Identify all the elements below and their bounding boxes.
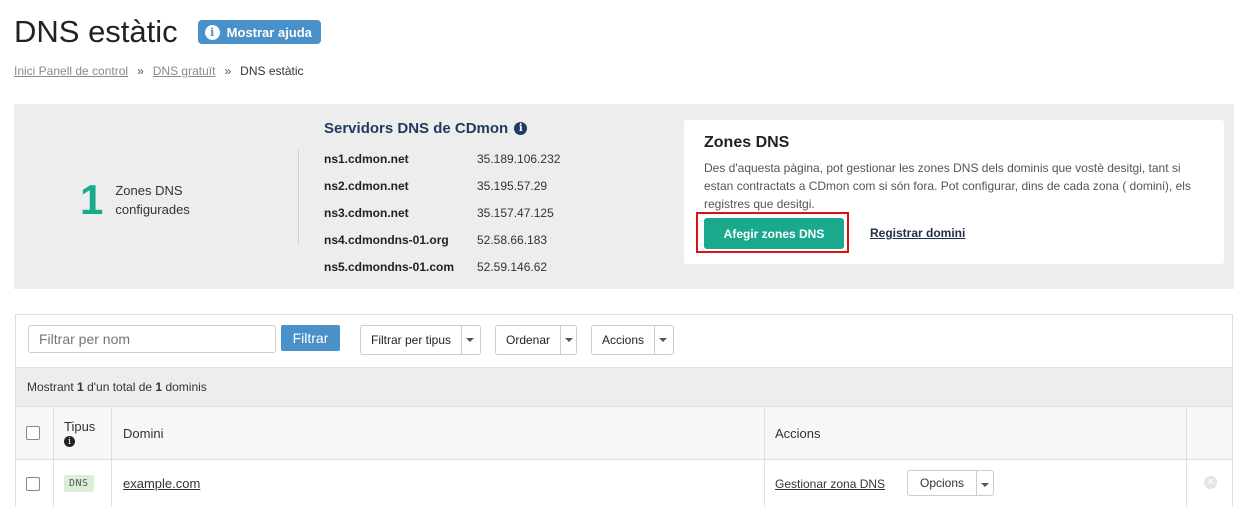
breadcrumb-current: DNS estàtic	[240, 64, 304, 78]
info-icon: i	[204, 24, 220, 40]
filter-by-name-input[interactable]	[28, 325, 276, 353]
dns-type-badge: DNS	[64, 475, 94, 492]
chevron-down-icon	[560, 326, 576, 354]
column-divider	[764, 460, 765, 507]
chevron-down-icon	[461, 326, 478, 354]
zones-dns-card: Zones DNS Des d'aquesta pàgina, pot gest…	[684, 120, 1224, 264]
manage-dns-zone-link[interactable]: Gestionar zona DNS	[775, 477, 885, 491]
actions-label: Accions	[602, 333, 645, 347]
domain-header[interactable]: Domini	[123, 407, 163, 459]
table-header: Tipus i Domini Accions	[16, 406, 1232, 460]
dns-server-row: ns2.cdmon.net 35.195.57.29	[324, 172, 560, 199]
breadcrumb-free-dns[interactable]: DNS gratuït	[153, 64, 216, 78]
dns-server-row: ns1.cdmon.net 35.189.106.232	[324, 145, 560, 172]
show-help-button[interactable]: i Mostrar ajuda	[197, 20, 321, 44]
results-prefix: Mostrant	[27, 380, 74, 394]
dns-server-row: ns3.cdmon.net 35.157.47.125	[324, 199, 560, 226]
column-divider	[111, 407, 112, 459]
summary-panel: 1 Zones DNS configurades Servidors DNS d…	[14, 104, 1234, 289]
breadcrumb-separator: »	[137, 64, 144, 78]
dns-server-ip: 52.59.146.62	[477, 259, 548, 274]
filter-by-type-dropdown[interactable]: Filtrar per tipus	[360, 325, 481, 355]
info-icon[interactable]: i	[64, 436, 75, 447]
dns-server-ip: 35.195.57.29	[477, 178, 548, 193]
results-middle: d'un total de	[87, 380, 153, 394]
dns-servers: Servidors DNS de CDmon i ns1.cdmon.net 35…	[324, 120, 560, 280]
dns-server-list: ns1.cdmon.net 35.189.106.232 ns2.cdmon.ne…	[324, 145, 560, 280]
row-options-label: Opcions	[920, 476, 965, 490]
order-label: Ordenar	[506, 333, 551, 347]
zone-count: 1	[80, 176, 104, 223]
dns-server-name: ns3.cdmon.net	[324, 205, 409, 220]
type-header-label: Tipus	[64, 419, 96, 434]
title-row: DNS estàtic i Mostrar ajuda	[14, 12, 321, 52]
order-dropdown[interactable]: Ordenar	[495, 325, 577, 355]
zones-dns-description: Des d'aquesta pàgina, pot gestionar les …	[704, 161, 1191, 211]
row-type-cell: DNS	[64, 460, 94, 507]
column-divider	[111, 460, 112, 507]
dns-server-ip: 35.189.106.232	[477, 151, 561, 166]
zones-dns-title: Zones DNS	[704, 134, 790, 151]
chevron-down-icon	[654, 326, 671, 354]
type-header: Tipus i	[64, 407, 95, 459]
column-divider	[53, 460, 54, 507]
results-shown-count: 1	[77, 380, 84, 394]
domain-list-panel: Filtrar Filtrar per tipus Ordenar Accion…	[15, 314, 1233, 507]
dns-server-ip: 52.58.66.183	[477, 232, 548, 247]
column-divider	[1186, 407, 1187, 459]
dns-server-name: ns5.cdmondns-01.com	[324, 259, 455, 274]
zone-count-box: 1 Zones DNS configurades	[80, 176, 205, 224]
row-select-cell	[26, 460, 40, 507]
breadcrumb-home[interactable]: Inici Panell de control	[14, 64, 128, 78]
select-all-cell	[26, 407, 40, 459]
dns-servers-title: Servidors DNS de CDmon i	[324, 120, 560, 137]
breadcrumb-separator: »	[224, 64, 232, 78]
table-row: DNS example.com Gestionar zona DNS Opcio…	[16, 460, 1232, 507]
results-suffix: dominis	[165, 380, 207, 394]
filter-button[interactable]: Filtrar	[281, 325, 340, 351]
zone-count-label: Zones DNS configurades	[115, 183, 190, 217]
delete-icon[interactable]: ✕	[1204, 476, 1217, 489]
filter-by-type-label: Filtrar per tipus	[371, 333, 452, 347]
actions-header: Accions	[775, 425, 821, 441]
dns-server-name: ns4.cdmondns-01.org	[324, 232, 449, 247]
breadcrumb: Inici Panell de control » DNS gratuït » DNS …	[14, 64, 304, 78]
row-domain-cell: example.com	[123, 460, 200, 507]
dns-server-row: ns4.cdmondns-01.org 52.58.66.183	[324, 226, 560, 253]
dns-servers-title-text: Servidors DNS de CDmon	[324, 120, 509, 137]
actions-dropdown[interactable]: Accions	[591, 325, 674, 355]
divider	[298, 150, 299, 244]
add-dns-zones-button[interactable]: Afegir zones DNS	[704, 218, 844, 249]
results-total-count: 1	[155, 380, 163, 394]
page-title: DNS estàtic	[14, 14, 178, 49]
dns-server-name: ns1.cdmon.net	[324, 151, 409, 166]
dns-server-name: ns2.cdmon.net	[324, 178, 409, 193]
row-checkbox[interactable]	[26, 476, 40, 491]
list-toolbar: Filtrar Filtrar per tipus Ordenar Accion…	[16, 315, 1232, 367]
register-domain-link[interactable]: Registrar domini	[870, 226, 965, 240]
show-help-label: Mostrar ajuda	[226, 24, 312, 40]
column-divider	[764, 407, 765, 459]
column-divider	[53, 407, 54, 459]
domain-link[interactable]: example.com	[123, 476, 200, 491]
info-icon[interactable]: i	[514, 122, 528, 135]
chevron-down-icon	[976, 471, 993, 495]
dns-server-ip: 35.157.47.125	[477, 205, 554, 220]
row-actions-cell: Gestionar zona DNS	[775, 460, 885, 507]
select-all-checkbox[interactable]	[26, 426, 40, 440]
results-summary: Mostrant 1 d'un total de 1 dominis	[16, 367, 1232, 406]
row-options-dropdown[interactable]: Opcions	[907, 470, 995, 496]
dns-server-row: ns5.cdmondns-01.com 52.59.146.62	[324, 253, 560, 280]
column-divider	[1186, 460, 1187, 507]
